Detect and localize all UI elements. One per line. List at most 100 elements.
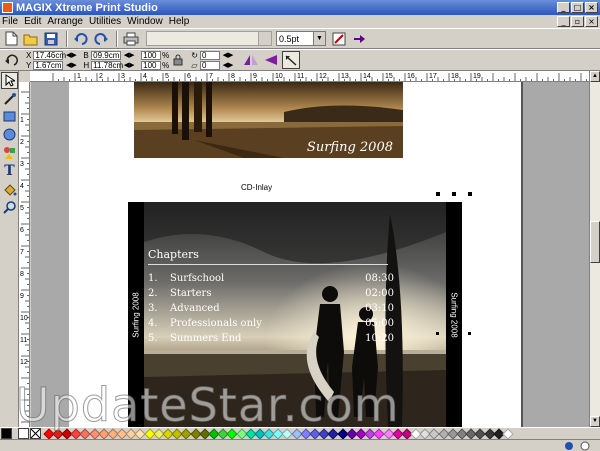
selection-handle[interactable]: [452, 192, 456, 196]
x-position-field[interactable]: 17.46cm: [33, 50, 66, 60]
chevron-down-icon[interactable]: ▼: [313, 32, 325, 45]
ruler-tick-label: 12: [20, 359, 28, 366]
redo-icon: [94, 32, 108, 45]
color-swatch[interactable]: [502, 427, 514, 440]
ruler-tick-label: 7: [209, 73, 213, 80]
app-icon: [2, 2, 13, 13]
undo-button[interactable]: [72, 30, 90, 48]
transparent-swatch[interactable]: [30, 428, 41, 439]
height-spin-icon[interactable]: ◀▶: [121, 61, 137, 70]
surfing-banner-image[interactable]: Surfing 2008: [134, 82, 403, 158]
menu-arrange[interactable]: Arrange: [44, 16, 86, 27]
vertical-ruler[interactable]: 1 2 3 4 5 6 7 8 9 10 11 12: [19, 82, 30, 427]
menu-file[interactable]: File: [0, 16, 21, 27]
shapes-tool[interactable]: [1, 144, 18, 161]
chapters-title: Chapters: [148, 248, 388, 265]
ruler-tick-label: 8: [20, 271, 24, 278]
no-fill-swatch[interactable]: [18, 428, 29, 439]
node-tool[interactable]: [1, 90, 18, 107]
toolbox: T: [0, 71, 19, 427]
chapter-name: Starters: [170, 288, 212, 299]
print-button[interactable]: [122, 30, 140, 48]
rotate-icon: [5, 54, 18, 66]
scale-x-field[interactable]: 100: [141, 50, 162, 60]
ruler-tick-label: 7: [20, 249, 24, 256]
zoom-tool[interactable]: [1, 198, 18, 215]
text-icon: T: [4, 162, 15, 179]
current-color-swatch[interactable]: [1, 428, 12, 439]
line-color-button[interactable]: [330, 30, 348, 48]
close-button[interactable]: ×: [585, 2, 598, 13]
chapter-time: 03:10: [365, 303, 394, 314]
doc-close-button[interactable]: ×: [585, 16, 598, 27]
rotate-left-button[interactable]: [2, 51, 20, 69]
flip-vertical-button[interactable]: [262, 51, 280, 69]
flip-horizontal-icon: [243, 55, 258, 65]
spine-right-text: Surfing 2008: [449, 291, 459, 338]
selection-handle[interactable]: [436, 332, 439, 335]
line-tool-button[interactable]: [281, 51, 300, 69]
horizontal-ruler[interactable]: 1 2 3 4 5 6 7 8 9 10 11 12 13 14 15 16 17 18 19: [19, 71, 589, 82]
line-arrow-icon: [285, 55, 297, 66]
y-position-field[interactable]: 1.67cm: [33, 60, 64, 70]
ellipse-tool[interactable]: [1, 126, 18, 143]
spine-right: Surfing 2008: [446, 202, 462, 427]
scroll-down-icon[interactable]: ▼: [590, 416, 600, 427]
menu-utilities[interactable]: Utilities: [86, 16, 124, 27]
doc-restore-button[interactable]: ▫: [571, 16, 584, 27]
percent-label: %: [162, 50, 170, 60]
font-combo-disabled: [146, 31, 272, 46]
chapter-number: 5.: [148, 333, 158, 344]
ruler-tick-label: 12: [319, 73, 327, 80]
fill-tool[interactable]: [1, 180, 18, 197]
banner-title: Surfing 2008: [306, 140, 393, 155]
status-icon: [565, 441, 573, 450]
width-spin-icon[interactable]: ◀▶: [121, 51, 137, 60]
printer-icon: [123, 32, 139, 45]
ruler-tick-label: 10: [20, 315, 28, 322]
ruler-tick-label: 16: [407, 73, 415, 80]
vertical-scrollbar[interactable]: ▲ ▼: [589, 71, 600, 427]
rotation-field[interactable]: 0: [199, 50, 220, 60]
text-tool[interactable]: T: [1, 162, 18, 179]
transparent-x-icon: [31, 429, 40, 438]
skew-spin-icon[interactable]: ◀▶: [220, 61, 236, 70]
cd-inlay[interactable]: Surfing 2008 Surfing 2008 Chapters 1. Su…: [128, 202, 462, 427]
skew-field[interactable]: 0: [199, 60, 220, 70]
arrow-style-button[interactable]: [350, 30, 368, 48]
redo-button[interactable]: [92, 30, 110, 48]
width-field[interactable]: 09.9cm: [91, 50, 122, 60]
menu-window[interactable]: Window: [124, 16, 166, 27]
select-tool[interactable]: [1, 72, 18, 89]
rotation-spin-icon[interactable]: ◀▶: [220, 51, 236, 60]
x-label: X: [26, 50, 32, 60]
chapter-name: Professionals only: [170, 318, 262, 329]
selection-handle[interactable]: [468, 192, 472, 196]
scroll-up-icon[interactable]: ▲: [590, 71, 600, 82]
open-button[interactable]: [22, 30, 40, 48]
minimize-button[interactable]: _: [557, 2, 570, 13]
flip-horizontal-button[interactable]: [242, 51, 260, 69]
undo-icon: [74, 32, 88, 45]
status-info-icon: [580, 441, 590, 450]
maximize-button[interactable]: □: [571, 2, 584, 13]
scale-y-field[interactable]: 100: [141, 60, 162, 70]
status-bar: [0, 439, 600, 451]
menu-help[interactable]: Help: [166, 16, 193, 27]
selection-handle[interactable]: [468, 332, 471, 335]
ruler-tick-label: 8: [231, 73, 235, 80]
scroll-thumb[interactable]: [590, 221, 600, 263]
rectangle-tool[interactable]: [1, 108, 18, 125]
height-field[interactable]: 11.78cm: [91, 60, 123, 70]
selection-handle[interactable]: [436, 192, 440, 196]
doc-minimize-button[interactable]: _: [557, 16, 570, 27]
y-spin-icon[interactable]: ◀▶: [63, 61, 79, 70]
x-spin-icon[interactable]: ◀▶: [63, 51, 79, 60]
menu-edit[interactable]: Edit: [21, 16, 44, 27]
lock-proportions-button[interactable]: [169, 51, 187, 69]
line-width-combo[interactable]: 0.5pt ▼: [276, 31, 326, 46]
save-button[interactable]: [42, 30, 60, 48]
chapter-row: 3. Advanced 03:10: [148, 301, 394, 316]
new-document-button[interactable]: [2, 30, 20, 48]
chapter-time: 02:00: [365, 288, 394, 299]
